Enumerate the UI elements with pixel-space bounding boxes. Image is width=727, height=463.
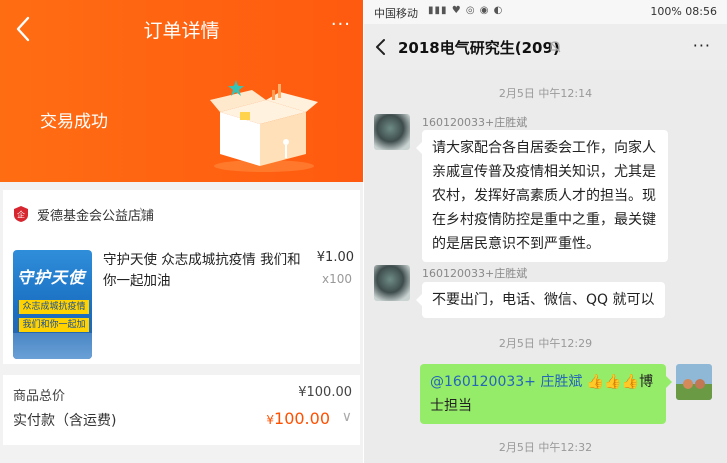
thumbs-up-icon: 👍👍👍 — [586, 374, 640, 390]
order-header: 订单详情 ··· 交易成功 — [0, 0, 363, 182]
battery-time: 100% 08:56 — [650, 5, 717, 18]
chevron-down-icon[interactable]: ∨ — [342, 409, 352, 425]
group-chat-screen: 中国移动 ▮▮▮ ♥ ◎ ◉ ◐ 100% 08:56 2018电气研究生(20… — [364, 0, 727, 463]
avatar[interactable] — [374, 114, 410, 150]
my-avatar[interactable] — [676, 364, 712, 400]
order-detail-screen: 订单详情 ··· 交易成功 企 爱德基金会公益店铺 〉 守护天使 众志成城抗疫情… — [0, 0, 363, 463]
product-image-title: 守护天使 — [17, 268, 86, 287]
product-image-banner: 我们和你一起加油 — [19, 318, 89, 344]
message-bubble[interactable]: 请大家配合各自居委会工作，向家人亲戚宣传普及疫情相关知识，尤其是农村，发挥好高素… — [416, 130, 668, 262]
order-item-card: 企 爱德基金会公益店铺 〉 守护天使 众志成城抗疫情 我们和你一起加油 守护天使… — [3, 190, 360, 364]
paid-amount-number: 100.00 — [274, 409, 330, 428]
product-price: ¥1.00 — [316, 250, 354, 265]
chat-header: 2018电气研究生(209) ··· — [364, 24, 727, 70]
product-name[interactable]: 守护天使 众志成城抗疫情 我们和你一起加油 — [103, 250, 313, 292]
product-image-banner: 众志成城抗疫情 — [19, 300, 89, 314]
my-message-bubble[interactable]: @160120033+ 庄胜斌 👍👍👍博士担当 — [420, 364, 672, 424]
product-quantity: x100 — [321, 272, 352, 286]
chevron-right-icon[interactable]: 〉 — [139, 204, 154, 225]
shop-logo-icon: 企 — [14, 206, 28, 222]
goods-total-label: 商品总价 — [13, 389, 66, 404]
message-timestamp: 2月5日 中午12:29 — [498, 337, 593, 350]
currency-symbol: ¥ — [266, 413, 275, 427]
message-timestamp: 2月5日 中午12:32 — [498, 441, 593, 454]
sender-name: 160120033+庄胜斌 — [422, 116, 528, 129]
chat-more-button[interactable]: ··· — [693, 36, 711, 55]
open-box-illustration — [210, 80, 318, 172]
price-summary: 商品总价 ¥100.00 实付款（含运费) ¥100.00 ∨ — [3, 375, 360, 445]
paid-amount-label: 实付款（含运费) — [13, 413, 117, 429]
shop-name-link[interactable]: 爱德基金会公益店铺 — [37, 205, 154, 224]
product-thumbnail[interactable]: 守护天使 众志成城抗疫情 我们和你一起加油 — [13, 250, 92, 359]
message-timestamp: 2月5日 中午12:14 — [498, 87, 593, 100]
more-menu-button[interactable]: ··· — [331, 14, 351, 35]
mute-bell-icon — [549, 41, 561, 53]
avatar[interactable] — [374, 265, 410, 301]
carrier-name: 中国移动 — [374, 7, 418, 20]
message-bubble[interactable]: 不要出门，电话、微信、QQ 就可以 — [416, 282, 665, 318]
status-bar: 中国移动 ▮▮▮ ♥ ◎ ◉ ◐ 100% 08:56 — [364, 0, 727, 24]
city-skyline-graphic — [13, 333, 92, 359]
svg-text:企: 企 — [17, 210, 25, 220]
paid-amount-value: ¥100.00 — [266, 409, 330, 428]
trade-status-text: 交易成功 — [40, 112, 108, 132]
back-arrow-icon[interactable] — [374, 36, 388, 58]
sender-name: 160120033+庄胜斌 — [422, 267, 528, 280]
signal-icons: ▮▮▮ ♥ ◎ ◉ ◐ — [428, 5, 504, 16]
page-title: 订单详情 — [143, 20, 220, 42]
chat-title: 2018电气研究生(209) — [398, 39, 560, 57]
mention-link[interactable]: @160120033+ 庄胜斌 — [430, 374, 582, 390]
goods-total-value: ¥100.00 — [298, 385, 352, 400]
